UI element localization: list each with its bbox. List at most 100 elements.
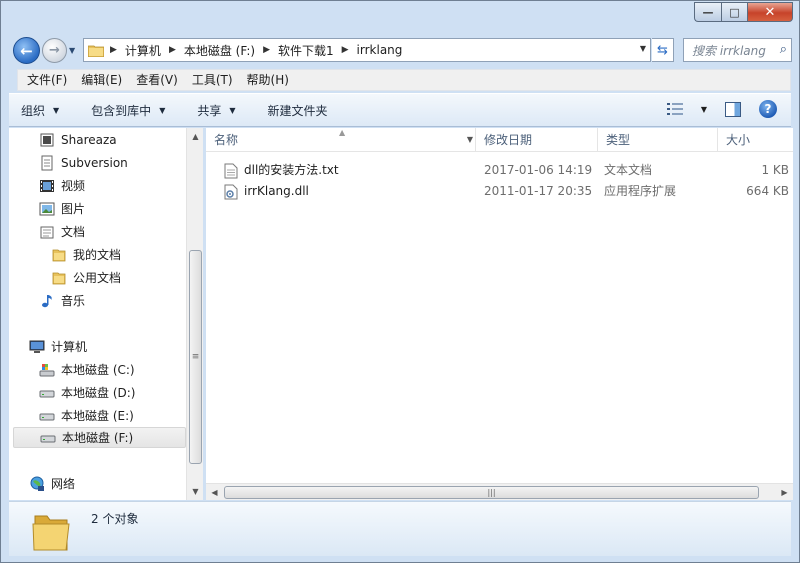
nav-item-computer[interactable]: 计算机 [29,336,201,357]
file-row[interactable]: irrKlang.dll 2011-01-17 20:35 应用程序扩展 664… [206,181,793,202]
nav-scroll-thumb[interactable]: ≡ [189,250,202,464]
arrow-left-icon: ← [20,41,33,60]
nav-item-drive-d[interactable]: 本地磁盘 (D:) [39,382,203,403]
scroll-down-arrow[interactable]: ▼ [187,483,203,500]
column-headers: ▲ 名称 ▼ 修改日期 类型 大小 [206,128,793,152]
breadcrumb-downloads[interactable]: ▶ 软件下载1 [263,42,334,59]
minimize-button[interactable]: — [694,2,721,22]
refresh-button[interactable]: ⇆ [652,38,674,62]
menu-tools[interactable]: 工具(T) [185,70,240,90]
new-folder-button[interactable]: 新建文件夹 [268,102,328,119]
shareaza-icon [40,133,54,146]
chevron-down-icon: ▼ [229,105,236,115]
close-button[interactable]: ✕ [747,2,793,22]
pictures-library-icon [39,202,55,215]
nav-item-pictures[interactable]: 图片 [39,198,203,219]
menu-help[interactable]: 帮助(H) [240,70,296,90]
breadcrumb-separator-icon: ▶ [263,45,270,55]
music-library-icon [42,294,52,307]
nav-pane-scrollbar[interactable]: ▲ ≡ ▼ [186,128,203,500]
scroll-up-arrow[interactable]: ▲ [187,128,203,145]
drive-icon [39,390,55,397]
command-bar-right: ▼ ? [666,100,777,118]
documents-library-icon [40,226,54,238]
breadcrumb-separator-icon: ▶ [168,45,176,55]
search-placeholder: 搜索 irrklang [692,43,766,58]
maximize-button[interactable]: □ [721,2,747,22]
chevron-down-icon: ▼ [159,105,166,115]
column-header-size[interactable]: 大小 [718,128,793,152]
chevron-down-icon: ▼ [466,135,473,144]
file-name-cell: dll的安装方法.txt [224,160,339,181]
nav-item-public-documents[interactable]: 公用文档 [51,267,203,288]
scroll-left-arrow[interactable]: ◀ [206,484,223,500]
nav-item-drive-e[interactable]: 本地磁盘 (E:) [39,405,203,426]
file-row[interactable]: dll的安装方法.txt 2017-01-06 14:19 文本文档 1 KB [206,160,793,181]
folder-icon [88,45,104,57]
folder-icon [52,249,66,261]
command-bar: 组织 ▼ 包含到库中 ▼ 共享 ▼ 新建文件夹 ▼ ? [9,93,791,127]
nav-item-documents[interactable]: 文档 [39,221,203,242]
chevron-down-icon: ▼ [700,104,707,114]
caption-buttons: — □ ✕ [694,2,793,22]
view-dropdown[interactable]: ▼ [701,105,707,114]
menu-edit[interactable]: 编辑(E) [74,70,129,90]
recent-pages-dropdown[interactable]: ▼ [69,43,79,57]
text-file-icon [224,163,238,178]
drive-icon [40,435,56,442]
drive-icon [39,413,55,420]
address-bar[interactable]: ▶ 计算机 ▶ 本地磁盘 (F:) ▶ 软件下载1 ▶ irrklang ▼ [83,38,651,62]
help-icon[interactable]: ? [759,100,777,118]
item-count: 2 个对象 [91,512,139,526]
back-button[interactable]: ← [13,37,40,64]
menu-view[interactable]: 查看(V) [129,70,185,90]
preview-pane-icon[interactable] [725,101,741,117]
breadcrumb-separator-icon: ▶ [341,45,349,55]
nav-item-videos[interactable]: 视频 [39,175,203,196]
file-modified-cell: 2011-01-17 20:35 [484,184,593,198]
chevron-down-icon: ▼ [639,44,646,53]
nav-item-drive-f[interactable]: 本地磁盘 (F:) [13,427,186,448]
column-header-type[interactable]: 类型 [598,128,718,152]
nav-item-my-documents[interactable]: 我的文档 [51,244,203,265]
breadcrumb-irrklang[interactable]: ▶ irrklang [342,43,403,57]
file-list-horizontal-scrollbar[interactable]: ◀ ||| ▶ [206,483,793,500]
dll-file-icon [224,184,238,199]
column-header-modified[interactable]: 修改日期 [476,128,598,152]
nav-item-drive-c[interactable]: 本地磁盘 (C:) [39,359,203,380]
file-size-cell: 664 KB [746,184,789,198]
menu-file[interactable]: 文件(F) [20,70,74,90]
file-list-pane: ▲ 名称 ▼ 修改日期 类型 大小 dll的安装方法.txt 2017-01-0… [206,128,793,500]
organize-button[interactable]: 组织 ▼ [21,102,59,119]
scroll-right-arrow[interactable]: ▶ [776,484,793,500]
file-name-cell: irrKlang.dll [224,181,309,202]
breadcrumb-computer[interactable]: ▶ 计算机 [110,42,161,59]
forward-button[interactable]: → [42,38,67,63]
horizontal-scroll-thumb[interactable]: ||| [224,486,759,499]
nav-item-network[interactable]: 网络 [29,473,201,494]
menu-bar: 文件(F) 编辑(E) 查看(V) 工具(T) 帮助(H) [17,69,791,91]
grip-icon: ≡ [191,352,200,362]
column-filter-dropdown[interactable]: ▼ [467,128,473,152]
network-icon [30,476,44,491]
arrow-right-icon: → [49,43,60,58]
details-pane: 2 个对象 [9,501,791,556]
nav-item-subversion[interactable]: Subversion [39,152,203,173]
search-input[interactable]: 搜索 irrklang ⌕ [683,38,792,62]
column-header-name[interactable]: ▲ 名称 ▼ [206,128,476,152]
breadcrumb-drive-f[interactable]: ▶ 本地磁盘 (F:) [169,42,255,59]
share-button[interactable]: 共享 ▼ [197,102,235,119]
chevron-right-icon: ▶ [781,488,788,497]
file-type-cell: 文本文档 [604,163,653,177]
breadcrumb-separator-icon: ▶ [110,45,117,55]
folder-icon [52,272,66,284]
view-options-icon[interactable] [666,102,683,116]
nav-item-music[interactable]: 音乐 [39,290,203,311]
file-size-cell: 1 KB [761,163,789,177]
explorer-window: — □ ✕ ← → ▼ ▶ 计算机 ▶ 本地磁盘 (F:) ▶ 软件下载1 ▶ irrk… [0,0,800,563]
address-dropdown[interactable]: ▼ [640,44,646,53]
chevron-up-icon: ▲ [192,132,199,141]
nav-item-shareaza[interactable]: Shareaza [39,129,203,150]
include-in-library-button[interactable]: 包含到库中 ▼ [91,102,165,119]
file-modified-cell: 2017-01-06 14:19 [484,163,593,177]
